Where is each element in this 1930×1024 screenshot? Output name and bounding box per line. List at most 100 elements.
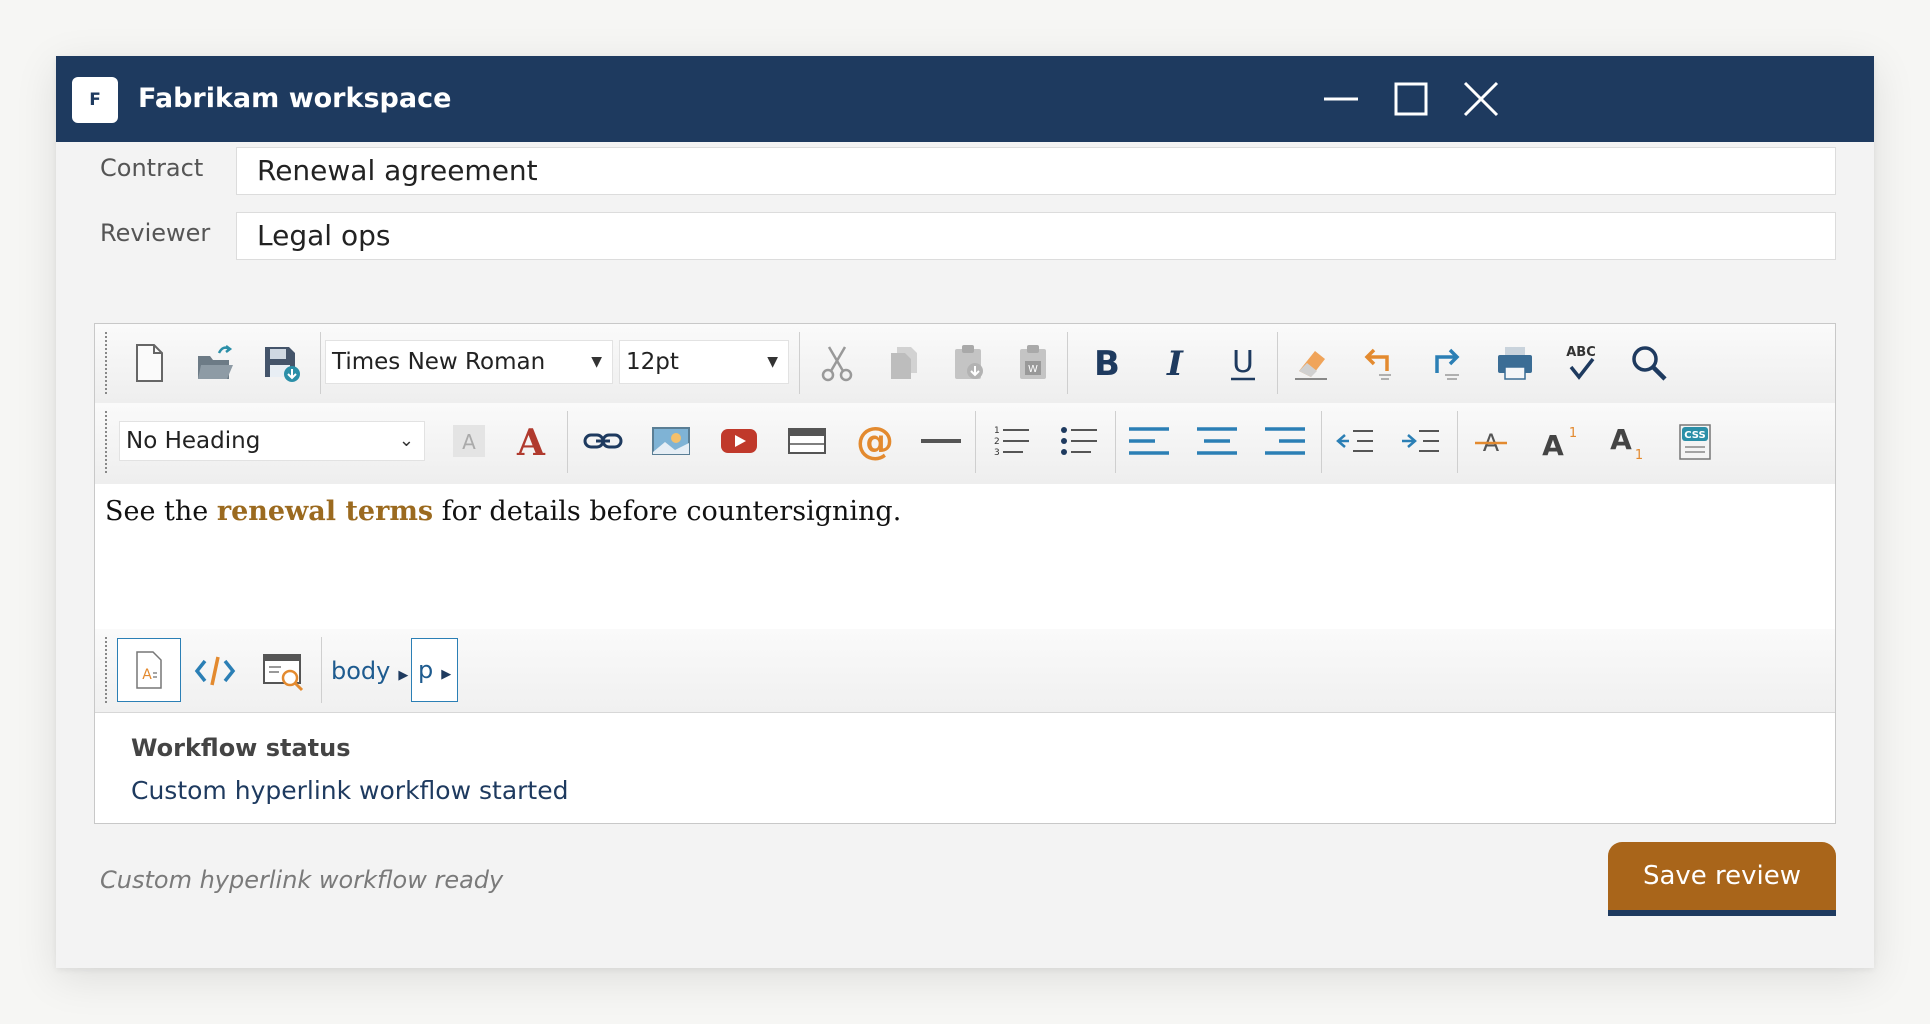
insert-image-button[interactable] (647, 417, 695, 465)
open-folder-icon (198, 345, 233, 379)
css-icon: CSS (1679, 424, 1711, 460)
preview-mode-button[interactable] (259, 647, 307, 695)
heading-value: No Heading (126, 428, 261, 454)
insert-table-button[interactable] (783, 417, 831, 465)
undo-icon (1364, 348, 1391, 380)
italic-button[interactable]: I (1151, 339, 1199, 387)
spellcheck-icon: ABC (1566, 345, 1596, 380)
maximize-button[interactable] (1386, 74, 1436, 124)
workflow-status-title: Workflow status (131, 734, 351, 762)
outdent-icon (1336, 430, 1373, 452)
search-icon (1632, 346, 1667, 381)
path-item-p[interactable]: p ▶ (411, 638, 459, 702)
paste-from-word-button[interactable]: W (1009, 339, 1057, 387)
cut-button[interactable] (813, 339, 861, 387)
close-button[interactable] (1456, 74, 1506, 124)
content-paragraph[interactable]: See the renewal terms for details before… (105, 496, 901, 527)
toolbar-grip[interactable] (105, 637, 107, 703)
content-text-after: for details before countersigning. (433, 496, 902, 527)
minimize-button[interactable] (1316, 74, 1366, 124)
image-icon (652, 427, 690, 455)
outdent-button[interactable] (1331, 417, 1379, 465)
ordered-list-button[interactable]: 123 (987, 417, 1035, 465)
strikethrough-button[interactable]: A (1467, 417, 1515, 465)
underline-button[interactable]: U (1219, 339, 1267, 387)
toolbar-grip[interactable] (105, 411, 107, 473)
design-mode-button[interactable]: A (117, 638, 181, 702)
clear-formatting-button[interactable] (1287, 339, 1335, 387)
content-hyperlink[interactable]: renewal terms (217, 496, 433, 527)
svg-text:2: 2 (994, 437, 1000, 447)
path-item-body[interactable]: body ▶ (331, 629, 408, 713)
editor-toolbar-format: No Heading ⌄ A A @ 1 2 3 A A 1 A 1 CSS (95, 403, 1835, 484)
svg-text:ABC: ABC (1566, 345, 1596, 360)
svg-text:A: A (516, 422, 546, 463)
align-right-icon (1265, 427, 1305, 455)
align-center-button[interactable] (1193, 417, 1241, 465)
preview-icon (263, 654, 304, 692)
svg-text:A: A (1610, 423, 1632, 456)
svg-text:1: 1 (994, 426, 1000, 436)
save-review-button[interactable]: Save review (1608, 842, 1836, 910)
footer-status-text: Custom hyperlink workflow ready (100, 866, 504, 894)
editor-content[interactable]: See the renewal terms for details before… (95, 484, 1835, 629)
open-button[interactable] (191, 339, 239, 387)
toolbar-separator (1321, 411, 1322, 473)
indent-button[interactable] (1397, 417, 1445, 465)
svg-text:CSS: CSS (1684, 430, 1705, 441)
paste-button[interactable] (945, 339, 993, 387)
reviewer-input[interactable]: Legal ops (236, 212, 1836, 260)
html-mode-button[interactable] (191, 647, 239, 695)
at-sign-icon: @ (856, 419, 894, 463)
subscript-button[interactable]: A1 (1603, 417, 1651, 465)
eraser-icon (1295, 351, 1327, 380)
title-bar[interactable]: F Fabrikam workspace (56, 56, 1874, 142)
heading-select[interactable]: No Heading ⌄ (119, 421, 425, 461)
toolbar-separator (567, 411, 568, 473)
undo-button[interactable] (1355, 339, 1403, 387)
insert-email-button[interactable]: @ (851, 417, 899, 465)
reviewer-label: Reviewer (100, 219, 211, 247)
underline-icon: U (1231, 345, 1255, 381)
toolbar-separator (1457, 411, 1458, 473)
insert-link-button[interactable] (579, 417, 627, 465)
toolbar-separator (975, 411, 976, 473)
table-icon (788, 428, 826, 454)
svg-text:B: B (1094, 344, 1120, 384)
print-button[interactable] (1491, 339, 1539, 387)
font-size-select[interactable]: 12pt ▼ (619, 340, 789, 384)
highlight-color-button[interactable]: A (445, 417, 493, 465)
align-left-button[interactable] (1125, 417, 1173, 465)
close-icon (1463, 81, 1499, 117)
contract-input[interactable]: Renewal agreement (236, 147, 1836, 195)
paste-word-icon: W (1020, 345, 1046, 379)
app-logo-icon: F (72, 77, 118, 123)
new-document-icon (136, 344, 163, 382)
copy-button[interactable] (881, 339, 929, 387)
superscript-button[interactable]: A1 (1535, 417, 1583, 465)
bold-icon: B (1094, 344, 1120, 384)
font-color-button[interactable]: A (507, 417, 555, 465)
svg-text:A: A (1542, 429, 1564, 462)
code-icon (194, 656, 236, 686)
find-button[interactable] (1625, 339, 1673, 387)
font-family-select[interactable]: Times New Roman ▼ (325, 340, 613, 384)
align-center-icon (1197, 427, 1237, 455)
bold-button[interactable]: B (1083, 339, 1131, 387)
content-text-before: See the (105, 496, 217, 527)
svg-text:U: U (1232, 345, 1254, 380)
font-color-icon: A (516, 422, 546, 463)
toolbar-grip[interactable] (105, 332, 107, 394)
new-document-button[interactable] (125, 339, 173, 387)
align-right-button[interactable] (1261, 417, 1309, 465)
horizontal-rule-button[interactable] (917, 417, 965, 465)
spellcheck-button[interactable]: ABC (1557, 339, 1605, 387)
printer-icon (1498, 347, 1532, 380)
redo-icon (1435, 348, 1460, 380)
save-document-button[interactable] (257, 339, 305, 387)
chevron-down-icon: ⌄ (398, 430, 414, 451)
css-class-button[interactable]: CSS (1671, 417, 1719, 465)
insert-video-button[interactable] (715, 417, 763, 465)
unordered-list-button[interactable] (1055, 417, 1103, 465)
redo-button[interactable] (1423, 339, 1471, 387)
